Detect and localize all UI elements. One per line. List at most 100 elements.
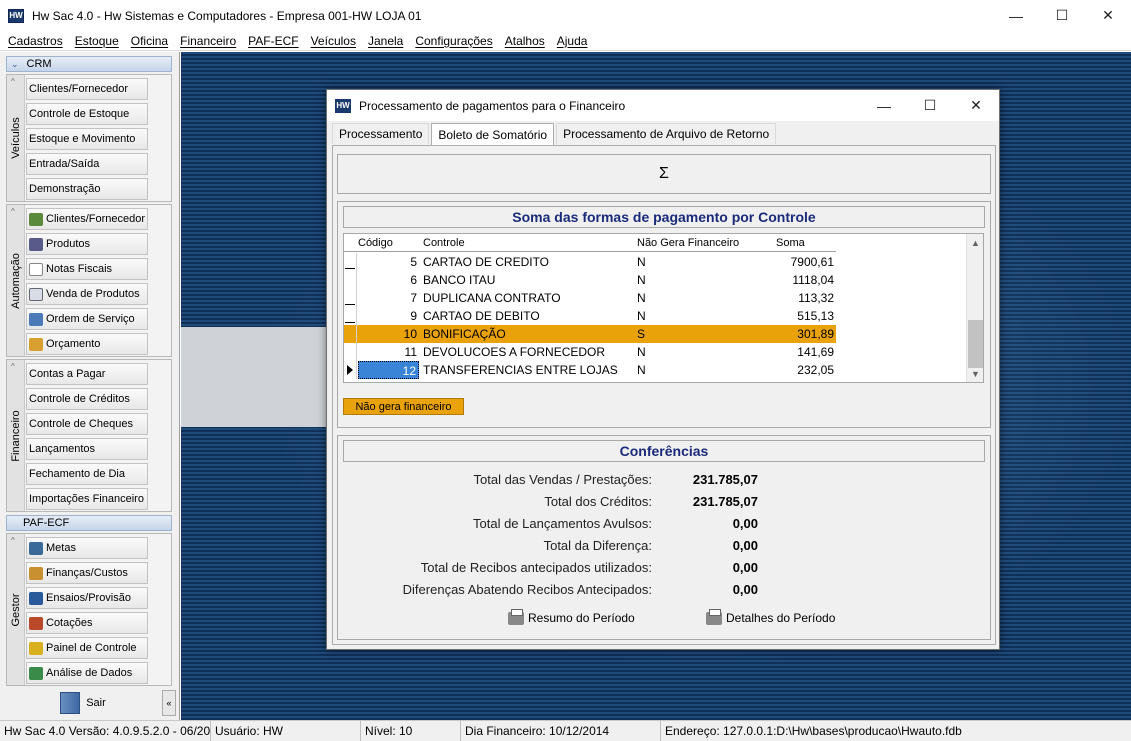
analytics-icon (29, 666, 43, 680)
menu-paf-ecf[interactable]: PAF-ECF (242, 34, 304, 48)
sidebar-gestor-metas[interactable]: Metas (26, 537, 148, 559)
sidebar-gestor-ensaios-provisao[interactable]: Ensaios/Provisão (26, 587, 148, 609)
dashboard-icon (29, 641, 43, 655)
sidebar-financeiro-importacoes[interactable]: Importações Financeiro (26, 488, 148, 510)
veiculos-group-label[interactable]: ^ Veículos (7, 75, 25, 201)
table-row[interactable]: 11 DEVOLUCOES A FORNECEDOR N 141,69 (344, 343, 836, 361)
dialog-maximize-button[interactable]: ☐ (907, 90, 953, 121)
payment-grid[interactable]: Código Controle Não Gera Financeiro Soma… (343, 233, 984, 383)
sidebar-gestor-analise-dados[interactable]: Análise de Dados (26, 662, 148, 684)
menu-janela[interactable]: Janela (362, 34, 409, 48)
menu-veiculos[interactable]: Veículos (305, 34, 362, 48)
conf-row-total-diferenca: Total da Diferença: 0,00 (338, 536, 992, 556)
menu-configuracoes[interactable]: Configurações (409, 34, 498, 48)
collapse-sidebar-button[interactable]: « (162, 690, 176, 716)
col-codigo-header[interactable]: Código (358, 237, 393, 249)
grid-scrollbar[interactable]: ▲ ▼ (966, 234, 983, 382)
dialog-close-button[interactable]: ✕ (953, 90, 999, 121)
chevron-up-icon: ^ (11, 536, 15, 545)
scroll-up-icon[interactable]: ▲ (967, 234, 983, 251)
dialog-minimize-button[interactable]: — (861, 90, 907, 121)
sidebar-gestor-cotacoes[interactable]: Cotações (26, 612, 148, 634)
status-endereco: Endereço: 127.0.0.1:D:\Hw\bases\producao… (665, 723, 962, 738)
cell-soma: 515,13 (797, 309, 834, 323)
sidebar-veiculos-demonstracao[interactable]: Demonstração (26, 178, 148, 200)
minimize-button[interactable]: — (993, 0, 1039, 31)
menu-cadastros[interactable]: Cadastros (2, 34, 69, 48)
menu-ajuda[interactable]: Ajuda (551, 34, 594, 48)
sigma-sum-button[interactable]: Σ (337, 154, 991, 194)
processing-dialog: HW Processamento de pagamentos para o Fi… (326, 89, 1000, 650)
sidebar-financeiro-contas-pagar[interactable]: Contas a Pagar (26, 363, 148, 385)
sidebar-veiculos-estoque-movimento[interactable]: Estoque e Movimento (26, 128, 148, 150)
sidebar-veiculos-controle-estoque[interactable]: Controle de Estoque (26, 103, 148, 125)
paf-ecf-header[interactable]: PAF-ECF (6, 515, 172, 531)
sidebar-financeiro-controle-cheques[interactable]: Controle de Cheques (26, 413, 148, 435)
sidebar-gestor-financas-custos[interactable]: Finanças/Custos (26, 562, 148, 584)
sidebar-automacao-venda-produtos[interactable]: Venda de Produtos (26, 283, 148, 305)
cell-controle: CARTAO DE DEBITO (423, 309, 540, 323)
conf-value: 0,00 (732, 538, 758, 553)
col-soma-header[interactable]: Soma (776, 237, 805, 249)
cell-codigo[interactable]: 12 (358, 361, 419, 379)
maximize-button[interactable]: ☐ (1039, 0, 1085, 31)
sidebar-financeiro-controle-creditos[interactable]: Controle de Créditos (26, 388, 148, 410)
menu-estoque[interactable]: Estoque (69, 34, 125, 48)
table-row[interactable]: 9 CARTAO DE DEBITO N 515,13 (344, 307, 836, 325)
sidebar-automacao-produtos[interactable]: Produtos (26, 233, 148, 255)
sidebar-item-label: Produtos (46, 238, 91, 250)
sidebar-veiculos-entrada-saida[interactable]: Entrada/Saída (26, 153, 148, 175)
sidebar-gestor-painel-controle[interactable]: Painel de Controle (26, 637, 148, 659)
menu-atalhos[interactable]: Atalhos (499, 34, 551, 48)
sidebar-item-label: Controle de Créditos (29, 393, 130, 405)
conf-value: 0,00 (732, 560, 758, 575)
table-row-highlighted[interactable]: 10 BONIFICAÇÃO S 301,89 (344, 325, 836, 343)
conf-row-recibos-antecipados: Total de Recibos antecipados utilizados:… (338, 558, 992, 578)
sidebar-financeiro-fechamento-dia[interactable]: Fechamento de Dia (26, 463, 148, 485)
financeiro-group-label[interactable]: ^ Financeiro (7, 360, 25, 511)
sidebar-item-label: Análise de Dados (46, 667, 133, 679)
cell-soma: 301,89 (797, 327, 834, 341)
close-button[interactable]: ✕ (1085, 0, 1131, 31)
table-row[interactable]: 5 CARTAO DE CREDITO N 7900,61 (344, 253, 836, 271)
invoice-icon (29, 287, 43, 301)
automacao-group-label[interactable]: ^ Automação (7, 205, 25, 356)
sidebar-automacao-ordem-servico[interactable]: Ordem de Serviço (26, 308, 148, 330)
financeiro-label-text: Financeiro (9, 409, 22, 462)
row-indicator-mark (345, 268, 355, 269)
tab-arquivo-retorno[interactable]: Processamento de Arquivo de Retorno (556, 123, 777, 144)
menu-financeiro[interactable]: Financeiro (174, 34, 242, 48)
crm-header[interactable]: ⌄ CRM (6, 56, 172, 72)
soma-title: Soma das formas de pagamento por Control… (343, 206, 985, 228)
conf-value: 0,00 (732, 582, 758, 597)
sidebar-automacao-orcamento[interactable]: Orçamento (26, 333, 148, 355)
scroll-thumb[interactable] (968, 320, 983, 368)
gestor-group-label[interactable]: ^ Gestor (7, 534, 25, 685)
sidebar-item-label: Metas (46, 542, 76, 554)
status-versao: Hw Sac 4.0 Versão: 4.0.9.5.2.0 - 06/2016 (0, 720, 211, 741)
sidebar-veiculos-clientes-fornecedor[interactable]: Clientes/Fornecedor (26, 78, 148, 100)
tab-boleto-somatorio[interactable]: Boleto de Somatório (431, 123, 555, 145)
sidebar-financeiro-lancamentos[interactable]: Lançamentos (26, 438, 148, 460)
cell-controle: BANCO ITAU (423, 273, 496, 287)
col-nao-gera-header[interactable]: Não Gera Financeiro (637, 237, 739, 249)
nao-gera-financeiro-button[interactable]: Não gera financeiro (343, 398, 464, 415)
col-controle-header[interactable]: Controle (423, 237, 465, 249)
sidebar-automacao-clientes-fornecedor[interactable]: Clientes/Fornecedor (26, 208, 148, 230)
financeiro-group: ^ Financeiro Contas a Pagar Controle de … (6, 359, 172, 512)
app-title: Hw Sac 4.0 - Hw Sistemas e Computadores … (32, 8, 422, 23)
tab-processamento[interactable]: Processamento (332, 123, 430, 144)
table-row[interactable]: 6 BANCO ITAU N 1118,04 (344, 271, 836, 289)
row-indicator (344, 307, 357, 325)
cell-codigo: 7 (410, 291, 417, 305)
scroll-down-icon[interactable]: ▼ (967, 365, 983, 382)
sidebar-automacao-notas-fiscais[interactable]: Notas Fiscais (26, 258, 148, 280)
detalhes-periodo-button[interactable]: Detalhes do Período (706, 608, 835, 628)
table-row[interactable]: 7 DUPLICANA CONTRATO N 113,32 (344, 289, 836, 307)
table-row-selected[interactable]: 12 TRANSFERENCIAS ENTRE LOJAS N 232,05 (344, 361, 836, 379)
sidebar-item-label: Demonstração (29, 183, 101, 195)
exit-button[interactable]: Sair (6, 688, 160, 718)
menu-oficina[interactable]: Oficina (125, 34, 174, 48)
row-indicator-mark (345, 322, 355, 323)
resumo-periodo-button[interactable]: Resumo do Período (508, 608, 635, 628)
